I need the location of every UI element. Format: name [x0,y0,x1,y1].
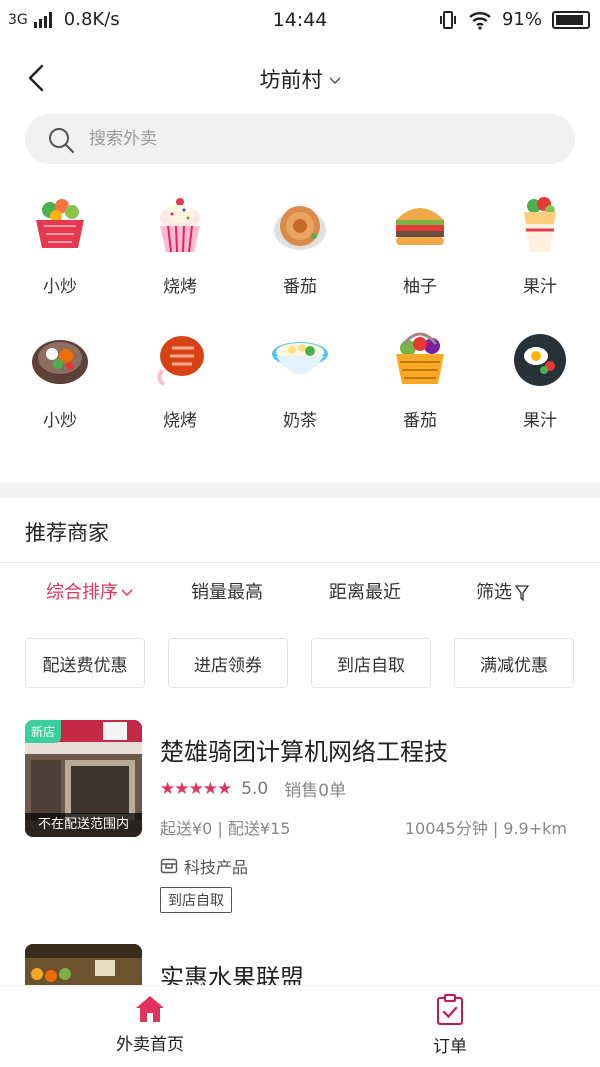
category-item[interactable]: 番茄 [360,326,480,436]
category-label: 番茄 [283,277,317,297]
distance-time: 10045分钟 | 9.9+km [404,819,567,838]
out-of-range-label: 不在配送范围内 [25,813,142,837]
category-item[interactable]: 果汁 [480,326,600,436]
funnel-icon [514,585,530,602]
battery-icon [552,10,590,29]
star-rating: ★★★★★ [160,778,232,799]
category-label: 果汁 [523,277,557,297]
shop-card[interactable]: 新店 不在配送范围内 楚雄骑团计算机网络工程技 ★★★★★ 5.0 销售0单 起… [25,720,585,920]
fruit-basket-icon [396,332,444,384]
shop-thumbnail [25,944,142,986]
section-divider [0,482,600,498]
search-input[interactable] [89,114,549,164]
search-icon [49,128,75,154]
rating-score: 5.0 [241,778,269,799]
pickup-tag: 到店自取 [160,887,232,913]
shop-name: 楚雄骑团计算机网络工程技 [160,738,448,766]
category-item[interactable]: 烧烤 [120,192,240,302]
hotpot-icon [32,340,88,384]
category-item[interactable]: 番茄 [240,192,360,302]
chevron-down-icon [121,589,133,597]
nav-home[interactable]: 外卖首页 [50,994,250,1055]
cookie-icon [274,206,326,250]
status-bar: 3G 0.8K/s 14:44 91% [0,0,600,40]
status-right: 91% [438,9,590,30]
sausage-icon [157,336,204,386]
category-item[interactable]: 果汁 [480,192,600,302]
sort-label: 距离最近 [329,582,401,603]
wrap-icon [524,197,556,252]
cupcake-icon [160,198,200,253]
noodle-bowl-icon [272,342,328,374]
wifi-icon [469,11,491,30]
divider-line [0,562,600,563]
shop-thumbnail: 新店 不在配送范围内 [25,720,142,837]
delivery-fee: 起送¥0 | 配送¥15 [160,819,291,838]
category-item[interactable]: 柚子 [360,192,480,302]
sort-label: 综合排序 [46,582,118,603]
sort-distance[interactable]: 距离最近 [329,578,401,604]
category-label: 柚子 [403,277,437,297]
category-label: 烧烤 [163,411,197,431]
sort-label: 筛选 [476,582,512,603]
battery-text: 91% [501,9,542,30]
home-icon [136,996,164,1022]
sort-label: 销量最高 [191,582,263,603]
nav-label: 外卖首页 [116,1035,184,1055]
bottom-nav: 外卖首页 订单 [0,985,600,1067]
filter-chips: 配送费优惠 进店领券 到店自取 满减优惠 [25,638,574,688]
shop-name: 实惠水果联盟 [160,964,304,986]
vibrate-icon [439,10,456,29]
veg-basket-icon [36,199,84,248]
chip-full-reduction[interactable]: 满减优惠 [454,638,574,688]
category-label: 番茄 [403,411,437,431]
new-shop-badge: 新店 [25,720,62,743]
shop-category: 科技产品 [160,854,248,878]
chip-pickup[interactable]: 到店自取 [311,638,431,688]
filter-button[interactable]: 筛选 [476,578,530,604]
sales-count: 销售0单 [284,781,347,801]
category-label: 小炒 [43,277,77,297]
category-item[interactable]: 烧烤 [120,326,240,436]
nav-orders[interactable]: 订单 [350,994,550,1057]
shop-card[interactable]: 实惠水果联盟 [25,944,585,986]
category-label: 果汁 [523,411,557,431]
category-label: 小炒 [43,411,77,431]
burger-icon [396,208,444,245]
chevron-down-icon [328,77,341,85]
category-text: 科技产品 [184,858,249,877]
fried-egg-pan-icon [514,334,566,386]
clipboard-check-icon [437,994,463,1025]
battery-fill [556,14,583,25]
chip-coupon[interactable]: 进店领券 [168,638,288,688]
category-item[interactable]: 小炒 [0,326,120,436]
category-item[interactable]: 小炒 [0,192,120,302]
section-title: 推荐商家 [25,521,109,545]
category-label: 烧烤 [163,277,197,297]
store-icon [160,858,178,874]
nav-label: 订单 [433,1037,467,1057]
category-label: 奶茶 [283,411,317,431]
search-bar[interactable] [25,114,575,164]
sort-comprehensive[interactable]: 综合排序 [46,578,133,604]
rating-row: ★★★★★ 5.0 销售0单 [160,776,347,802]
location-name: 坊前村 [259,68,323,92]
header: 坊前村 [0,52,600,104]
chip-delivery-discount[interactable]: 配送费优惠 [25,638,145,688]
category-item[interactable]: 奶茶 [240,326,360,436]
sort-sales[interactable]: 销量最高 [191,578,263,604]
sort-bar: 综合排序 销量最高 距离最近 筛选 [0,578,600,610]
location-selector[interactable]: 坊前村 [0,64,600,94]
category-grid: 小炒 烧烤 番茄 柚子 果汁 小炒 烧烤 奶茶 番茄 果汁 [0,192,600,436]
fruit-shop-image [25,944,142,986]
